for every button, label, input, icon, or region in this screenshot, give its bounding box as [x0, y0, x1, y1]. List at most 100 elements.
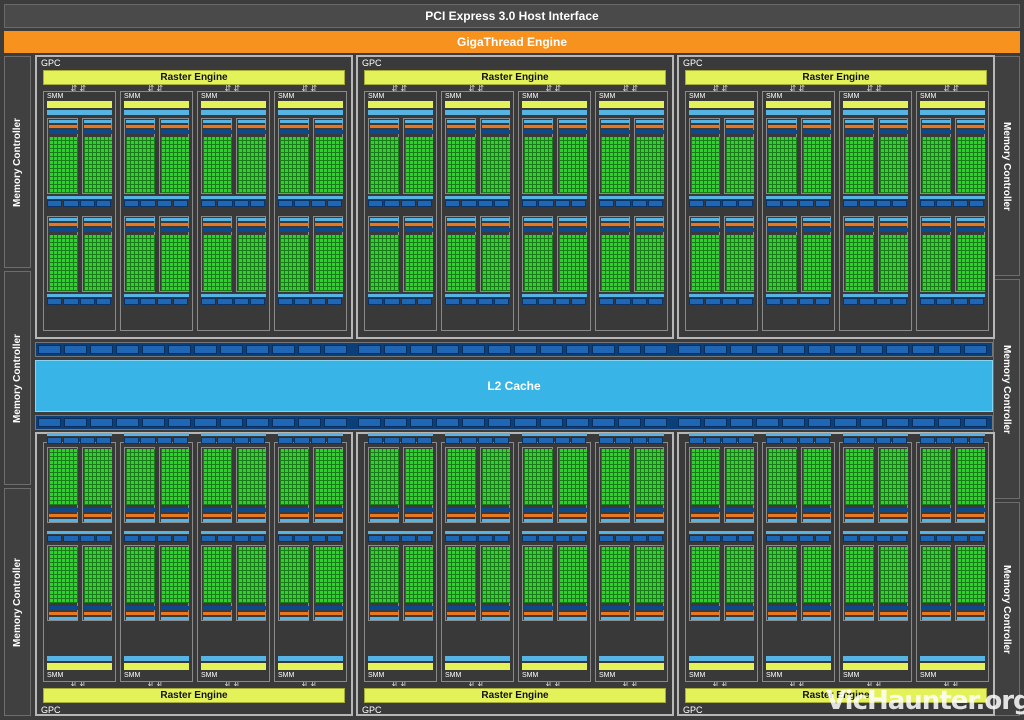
warp-scheduler [280, 223, 309, 226]
dispatch-unit [691, 606, 720, 610]
cuda-core-array [635, 235, 664, 291]
dispatch-unit [768, 228, 797, 232]
gpc-label: GPC [41, 705, 71, 716]
warp-scheduler [879, 514, 908, 517]
cuda-core-array [203, 547, 232, 603]
crossbar-segment [436, 418, 459, 427]
tex-unit [249, 535, 265, 542]
tex-units [920, 298, 985, 305]
warp-scheduler [203, 125, 232, 128]
texture-cache [201, 294, 266, 297]
processing-block [124, 545, 155, 621]
warp-scheduler [524, 612, 553, 615]
tex-unit [384, 200, 400, 207]
memory-controller-label: Memory Controller [1001, 344, 1012, 434]
instruction-buffer [691, 617, 720, 620]
tex-units [124, 437, 189, 444]
cuda-core-array [691, 449, 720, 505]
warp-scheduler [635, 125, 664, 128]
cuda-core-array [802, 137, 831, 193]
tex-unit [493, 437, 509, 444]
cuda-core-array [237, 235, 266, 291]
texture-cache [522, 294, 587, 297]
processing-block [800, 447, 831, 523]
instruction-cache [201, 110, 266, 115]
gpc-label-text: GPC [41, 705, 61, 715]
crossbar-segment [220, 345, 243, 354]
crossbar-segment [116, 418, 139, 427]
crossbar-segment [756, 345, 779, 354]
warp-scheduler [845, 514, 874, 517]
texture-cache [843, 531, 908, 534]
warp-scheduler [845, 223, 874, 226]
smm-label-text: SMM [766, 93, 783, 100]
tex-units [766, 437, 831, 444]
cuda-core-array [49, 137, 78, 193]
tex-unit [599, 200, 615, 207]
tex-unit [47, 200, 63, 207]
memory-controller-right-3: Memory Controller [993, 502, 1020, 716]
tex-unit [294, 298, 310, 305]
gpc-block: GPC Raster Engine ⇵ ⇵ SMM ⇵ ⇵ SMM ⇵ ⇵ SMM ⇵ ⇵ SMM [356, 432, 674, 716]
instruction-buffer [404, 519, 433, 522]
processing-block [954, 545, 985, 621]
tex-unit [843, 298, 859, 305]
processing-block [479, 545, 510, 621]
tex-unit [968, 437, 984, 444]
dispatch-unit [280, 228, 309, 232]
instruction-buffer [447, 120, 476, 123]
dispatch-unit [404, 228, 433, 232]
instruction-buffer [314, 218, 343, 221]
raster-engine-label: Raster Engine [160, 72, 228, 83]
dispatch-unit [524, 508, 553, 512]
dispatch-unit [635, 508, 664, 512]
processing-block [599, 545, 630, 621]
tex-units [522, 298, 587, 305]
cuda-core-array [558, 235, 587, 291]
processing-block [522, 216, 553, 292]
instruction-cache [522, 110, 587, 115]
warp-scheduler [481, 223, 510, 226]
cuda-core-array [524, 137, 553, 193]
dispatch-unit [83, 228, 112, 232]
tex-unit [538, 298, 554, 305]
warp-scheduler [160, 612, 189, 615]
cuda-core-array [481, 449, 510, 505]
polymorph-engine [689, 663, 754, 670]
tex-unit [95, 535, 111, 542]
dispatch-unit [237, 606, 266, 610]
instruction-buffer [83, 218, 112, 221]
instruction-buffer [160, 120, 189, 123]
processing-block [402, 447, 433, 523]
texture-cache [766, 294, 831, 297]
tex-unit [968, 298, 984, 305]
polymorph-engine [47, 663, 112, 670]
smm-label: SMM [920, 672, 950, 681]
smm-block: SMM [916, 91, 989, 331]
cuda-core-array [404, 235, 433, 291]
warp-scheduler [126, 223, 155, 226]
polymorph-engine [522, 663, 587, 670]
warp-scheduler [802, 223, 831, 226]
smm-label-text: SMM [522, 672, 539, 679]
dispatch-unit [601, 606, 630, 610]
processing-block [278, 216, 309, 292]
processing-block [800, 216, 831, 292]
instruction-buffer [524, 617, 553, 620]
tex-unit [124, 535, 140, 542]
warp-scheduler [160, 125, 189, 128]
tex-unit [782, 298, 798, 305]
tex-units [689, 535, 754, 542]
tex-unit [326, 535, 342, 542]
smm-block: SMM [364, 433, 437, 682]
dispatch-unit [160, 606, 189, 610]
tex-units [201, 298, 266, 305]
smm-block: SMM [43, 91, 116, 331]
dispatch-unit [447, 228, 476, 232]
processing-block [201, 118, 232, 194]
tex-unit [368, 437, 384, 444]
smm-block: SMM [441, 433, 514, 682]
processing-block [599, 216, 630, 292]
tex-unit [217, 535, 233, 542]
warp-scheduler [280, 514, 309, 517]
